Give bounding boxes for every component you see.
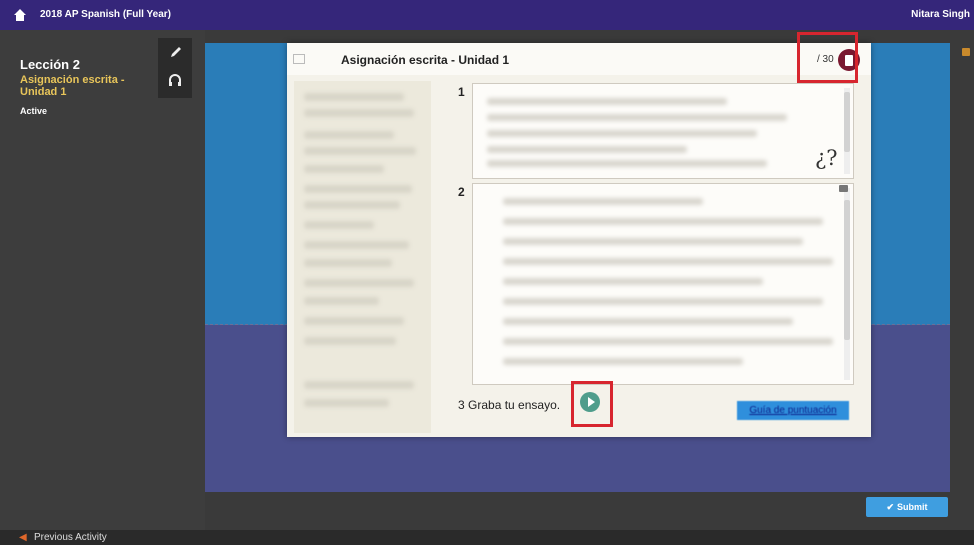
question-1-box[interactable] [472, 83, 854, 179]
previous-arrow-icon[interactable]: ◀ [19, 532, 27, 543]
lesson-title: Lección 2 [20, 57, 80, 72]
headphone-icon[interactable] [167, 72, 183, 88]
course-title[interactable]: 2018 AP Spanish (Full Year) [40, 9, 171, 20]
question-number: 1 [458, 85, 465, 99]
submit-label: Submit [897, 502, 928, 512]
checkmark-icon: ✔ [886, 501, 895, 512]
highlight-box-record [571, 381, 613, 427]
top-bar: 2018 AP Spanish (Full Year) Nitara Singh [0, 0, 974, 30]
question-2-box[interactable] [472, 183, 854, 385]
modal-title: Asignación escrita - Unidad 1 [341, 53, 510, 67]
submit-button[interactable]: ✔ Submit [866, 497, 948, 517]
image-icon[interactable] [839, 185, 848, 192]
tool-strip [158, 38, 192, 98]
assignment-modal: Asignación escrita - Unidad 1 / 30 1 ¿? … [287, 43, 871, 437]
help-icon[interactable]: ¿? [815, 146, 838, 170]
question-3-label: 3 Graba tu ensayo. [458, 398, 560, 412]
home-icon[interactable] [13, 8, 27, 22]
question-number: 2 [458, 185, 465, 199]
question-number: 3 [458, 398, 465, 412]
question-3-prompt: Graba tu ensayo. [468, 398, 561, 412]
previous-activity-link[interactable]: Previous Activity [34, 532, 107, 543]
activity-name: Asignación escrita - Unidad 1 [20, 74, 125, 98]
document-icon[interactable] [293, 54, 305, 64]
right-edge-panel [950, 43, 974, 492]
rubric-link[interactable]: Guía de puntuación [737, 401, 849, 420]
modal-header: Asignación escrita - Unidad 1 / 30 [287, 43, 871, 75]
bottom-bar: ◀ Previous Activity [0, 530, 974, 545]
corner-marker-icon[interactable] [962, 48, 970, 56]
sidebar: Lección 2 Asignación escrita - Unidad 1 … [0, 30, 205, 530]
highlight-box-score [797, 32, 858, 83]
reading-panel [294, 81, 431, 433]
user-name[interactable]: Nitara Singh [911, 9, 970, 20]
activity-status: Active [20, 106, 48, 116]
pencil-icon[interactable] [168, 44, 184, 60]
